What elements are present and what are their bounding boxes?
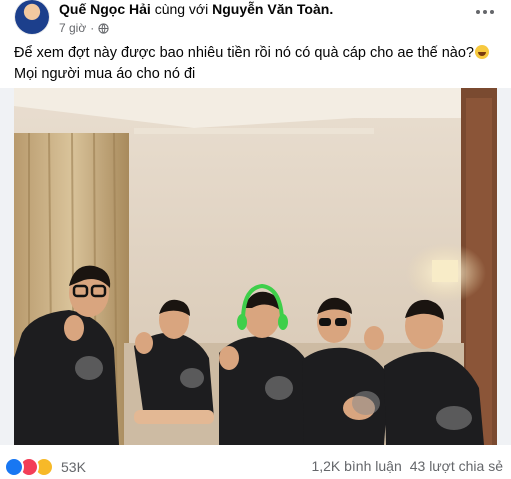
- post-text: Để xem đợt này được bao nhiêu tiền rồi n…: [14, 44, 504, 86]
- post-header: Quế Ngọc Hải cùng với Nguyễn Văn Toàn. 7…: [0, 0, 511, 40]
- avatar[interactable]: [15, 0, 49, 34]
- tagged-name[interactable]: Nguyễn Văn Toàn.: [212, 1, 333, 17]
- globe-icon[interactable]: [98, 22, 109, 34]
- comment-count[interactable]: 1,2K bình luận: [311, 458, 401, 474]
- with-text: cùng với: [154, 1, 209, 17]
- meta-separator: ·: [90, 21, 95, 35]
- post-text-line-1: Để xem đợt này được bao nhiêu tiền rồi n…: [14, 44, 504, 63]
- post-footer: 53K 1,2K bình luận 43 lượt chia sẻ: [0, 450, 511, 479]
- reaction-summary[interactable]: 53K: [4, 457, 86, 477]
- post-text-line-2: Mọi người mua áo cho nó đi: [14, 66, 196, 82]
- post-time[interactable]: 7 giờ: [59, 20, 86, 36]
- like-icon: [4, 457, 24, 477]
- laughing-emoji-icon: [475, 45, 489, 59]
- reaction-count[interactable]: 53K: [61, 459, 86, 475]
- photo-illustration: [14, 88, 497, 445]
- more-options-icon[interactable]: [473, 2, 497, 22]
- post-meta: 7 giờ ·: [59, 20, 109, 36]
- share-count[interactable]: 43 lượt chia sẻ: [410, 458, 503, 474]
- author-name[interactable]: Quế Ngọc Hải: [59, 1, 151, 17]
- photo-container: [0, 88, 511, 445]
- post-photo[interactable]: [14, 88, 497, 445]
- author-line: Quế Ngọc Hải cùng với Nguyễn Văn Toàn.: [59, 0, 333, 18]
- engagement-stats: 1,2K bình luận 43 lượt chia sẻ: [311, 458, 503, 474]
